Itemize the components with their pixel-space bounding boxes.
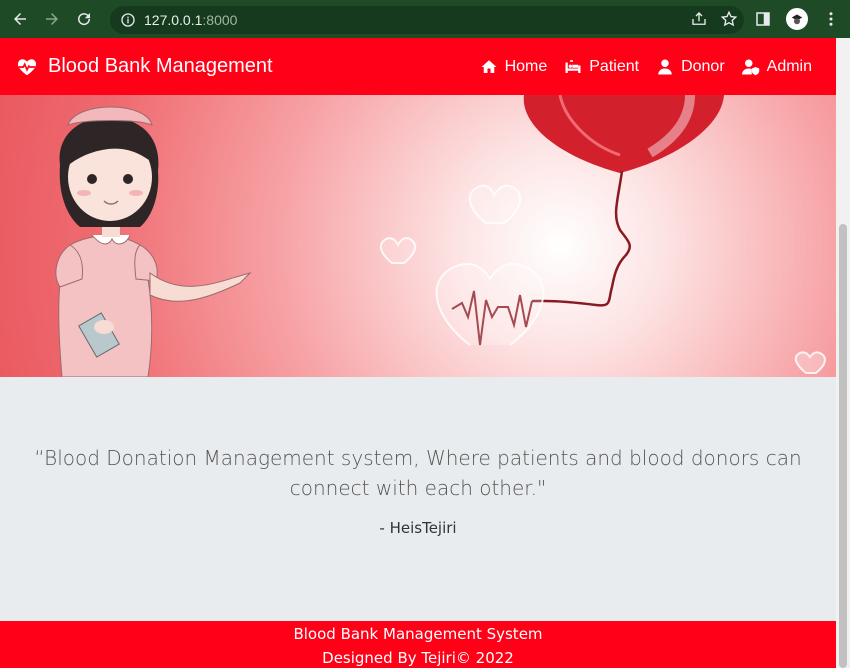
user-icon [658, 59, 672, 74]
quote-author: - HeisTejiri [379, 519, 457, 537]
nav-item-donor[interactable]: Donor [655, 58, 725, 76]
heart-balloon [523, 95, 724, 173]
nav-menu: Home Patient Donor Admin [479, 38, 812, 95]
nav-item-label: Donor [681, 57, 725, 75]
nav-item-label: Patient [589, 57, 640, 75]
share-icon[interactable] [690, 10, 708, 28]
info-icon [121, 13, 135, 27]
url-text: 127.0.0.1:8000 [144, 12, 238, 28]
more-icon[interactable] [822, 10, 840, 28]
home-icon [481, 59, 497, 73]
hero-illustration [55, 95, 826, 377]
balloon-string [532, 170, 631, 307]
nav-item-home[interactable]: Home [479, 57, 548, 76]
nav-item-label: Admin [766, 57, 812, 75]
user-shield-icon [741, 59, 759, 75]
sidebar-icon[interactable] [754, 10, 772, 28]
footer-credit: Designed By Tejiri© 2022 [322, 649, 514, 667]
back-icon [14, 13, 26, 25]
hero-banner [0, 95, 836, 377]
forward-icon [46, 13, 58, 25]
forward-button[interactable] [40, 7, 64, 31]
star-icon[interactable] [720, 10, 738, 28]
scrollbar-thumb[interactable] [839, 224, 847, 668]
brand-link[interactable]: Blood Bank Management [16, 55, 273, 78]
quote-text: “Blood Donation Management system, Where… [34, 446, 802, 500]
nav-item-label: Home [504, 57, 548, 75]
site-footer: Blood Bank Management System Designed By… [0, 621, 836, 668]
site-navbar: Blood Bank Management Home Patient Donor… [0, 38, 836, 95]
address-bar[interactable]: 127.0.0.1:8000 [110, 6, 744, 34]
footer-title: Blood Bank Management System [293, 625, 543, 643]
browser-toolbar: 127.0.0.1:8000 [0, 0, 850, 38]
brand-title: Blood Bank Management [48, 55, 273, 77]
nurse-illustration [55, 106, 252, 377]
page-scrollbar[interactable] [836, 38, 850, 668]
quote-section: “Blood Donation Management system, Where… [0, 377, 836, 621]
reload-button[interactable] [72, 7, 96, 31]
nav-item-admin[interactable]: Admin [741, 58, 812, 76]
nav-item-patient[interactable]: Patient [563, 58, 639, 76]
bed-icon [565, 59, 581, 73]
heartbeat-icon [17, 58, 37, 75]
reload-icon [78, 13, 91, 26]
back-button[interactable] [8, 7, 32, 31]
profile-avatar[interactable] [786, 8, 808, 30]
bubble-hearts [379, 184, 826, 374]
